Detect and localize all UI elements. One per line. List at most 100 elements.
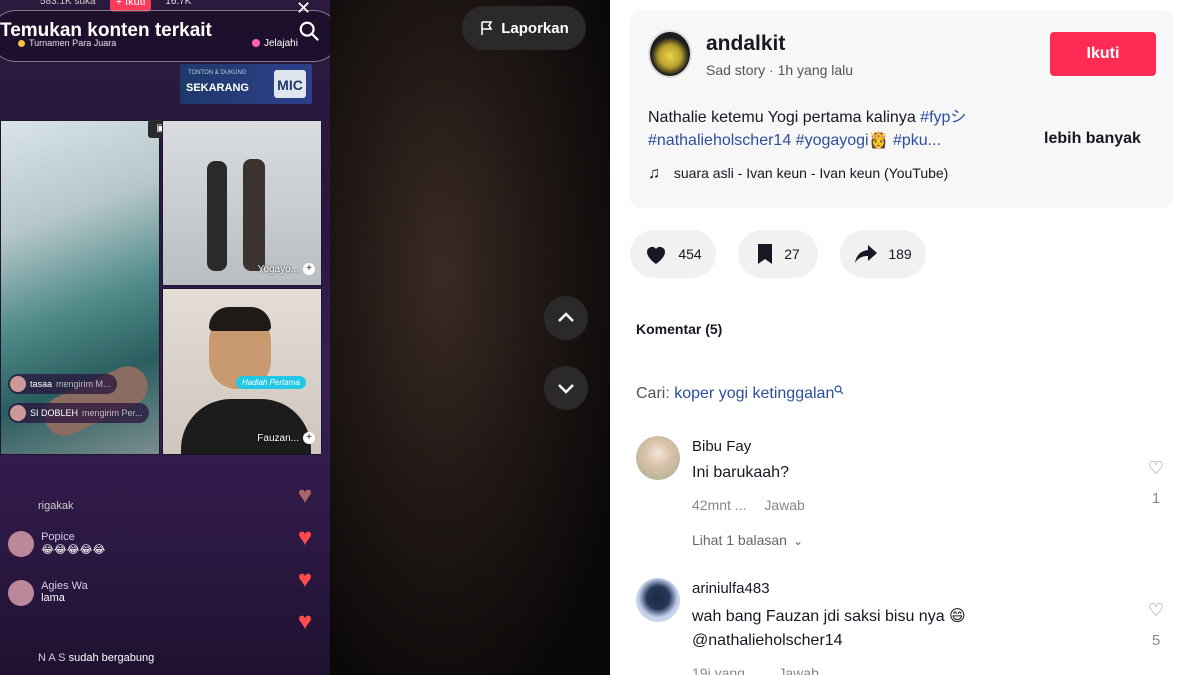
chat-text: rigakak: [38, 500, 74, 512]
chevron-up-icon: [558, 312, 574, 322]
live-chat-message: Agies Wa lama: [8, 580, 88, 606]
search-icon: [834, 385, 844, 395]
comment-text: Ini barukaah?: [692, 464, 789, 481]
related-search[interactable]: Cari: koper yogi ketinggalan: [636, 385, 844, 403]
comment-username[interactable]: ariniulfa483: [692, 580, 770, 597]
avatar[interactable]: [636, 436, 680, 480]
banner-small-text: TONTON & DUKUNG: [188, 70, 247, 76]
heart-icon: ♥: [297, 566, 313, 593]
report-button[interactable]: Laporkan: [462, 6, 586, 50]
gift-sender: tasaa: [30, 379, 53, 389]
tile-figure: [243, 159, 265, 271]
app-root: 583.1K suka + Ikuti 16.7K Temukan konten…: [0, 0, 1200, 675]
bookmark-icon: [758, 244, 773, 264]
show-more-link[interactable]: lebih banyak: [1044, 130, 1141, 148]
share-icon: [855, 245, 878, 263]
comment-text: wah bang Fauzan jdi saksi bisu nya 😄: [692, 608, 966, 625]
promo-banner: TONTON & DUKUNG SEKARANG MIC: [180, 64, 312, 104]
previous-video-button[interactable]: [544, 296, 588, 340]
comment-meta: 42mnt ... Jawab: [692, 497, 805, 513]
like-count: 454: [678, 246, 702, 262]
comment-item: Bibu Fay Ini barukaah? 42mnt ... Jawab L…: [636, 436, 1176, 556]
chevron-down-icon: [558, 384, 574, 394]
plus-icon: +: [303, 432, 315, 444]
post-caption: Nathalie ketemu Yogi pertama kalinya #fy…: [648, 103, 966, 127]
share-button[interactable]: 189: [840, 230, 926, 278]
avatar: [8, 580, 34, 606]
reply-button[interactable]: Jawab: [778, 665, 818, 675]
live-chat-message: rigakak: [8, 500, 73, 512]
tile-figure: [181, 399, 311, 454]
comment-like-count: 5: [1151, 632, 1161, 649]
banner-big-text: SEKARANG: [186, 82, 249, 94]
like-button[interactable]: 454: [630, 230, 716, 278]
chat-text: sudah bergabung: [68, 652, 155, 664]
post-meta: Sad story · 1h yang lalu: [706, 62, 854, 78]
comment-username[interactable]: Bibu Fay: [692, 438, 751, 455]
heart-icon: [647, 247, 666, 264]
gift-notification: tasaa mengirim M...: [8, 374, 117, 394]
chat-text: 😂😂😂😂😂: [41, 544, 106, 556]
gift-sender: SI DOBLEH: [30, 408, 79, 418]
follow-button[interactable]: Ikuti: [1050, 32, 1156, 76]
stream-tile-guest-1: Yogayo... +: [162, 120, 322, 286]
comments-heading: Komentar (5): [636, 321, 723, 337]
gift-text: mengirim M...: [56, 379, 111, 389]
comment-mention[interactable]: @nathalieholscher14: [692, 632, 843, 650]
plus-icon: +: [303, 263, 315, 275]
live-stream-video: 583.1K suka + Ikuti 16.7K Temukan konten…: [0, 0, 330, 675]
live-chat-message: Popice 😂😂😂😂😂: [8, 531, 105, 557]
live-chat-message: N A S sudah bergabung: [8, 652, 154, 664]
share-count: 189: [888, 246, 912, 262]
comment-meta: 19j yang ... Jawab: [692, 665, 819, 675]
comment-time: 19j yang ...: [692, 665, 761, 675]
comment-like-icon[interactable]: ♡: [1144, 600, 1168, 621]
chat-username: Agies Wa: [41, 580, 88, 592]
post-info-card: andalkit Sad story · 1h yang lalu Ikuti …: [630, 10, 1173, 208]
avatar: [10, 376, 26, 392]
bookmark-count: 27: [784, 246, 800, 262]
details-panel: andalkit Sad story · 1h yang lalu Ikuti …: [610, 0, 1200, 675]
related-search-label: Cari:: [636, 385, 675, 402]
caption-hashtags[interactable]: #nathalieholscher14 #yogayogi👸 #pku...: [648, 130, 941, 150]
flag-icon: [481, 21, 493, 35]
music-note-icon: ♫: [648, 165, 660, 182]
avatar[interactable]: [636, 578, 680, 622]
first-gift-badge: Hadiah Pertama: [236, 376, 306, 389]
hashtag-link[interactable]: #fypシ: [920, 109, 966, 126]
banner-mic-logo: MIC: [274, 70, 306, 98]
view-replies-button[interactable]: Lihat 1 balasan ⌄: [692, 532, 803, 548]
tile-figure: [209, 307, 271, 331]
author-username[interactable]: andalkit: [706, 32, 785, 56]
floating-hearts: ♥ ♥ ♥ ♥: [292, 484, 320, 652]
report-label: Laporkan: [501, 19, 569, 37]
comment-item: ariniulfa483 wah bang Fauzan jdi saksi b…: [636, 578, 1176, 675]
reply-button[interactable]: Jawab: [764, 497, 804, 513]
caption-text: Nathalie ketemu Yogi pertama kalinya: [648, 109, 921, 126]
avatar: [10, 405, 26, 421]
gift-notification: SI DOBLEH mengirim Per...: [8, 403, 149, 423]
heart-icon: ♥: [297, 482, 313, 509]
next-video-button[interactable]: [544, 366, 588, 410]
chat-username: N A S: [38, 652, 66, 664]
comment-like-count: 1: [1151, 490, 1161, 507]
avatar: [8, 531, 34, 557]
heart-icon: ♥: [297, 608, 313, 635]
explore-link: Jelajahi: [252, 38, 298, 49]
gift-text: mengirim Per...: [82, 408, 143, 418]
music-title: suara asli - Ivan keun - Ivan keun (YouT…: [673, 165, 949, 181]
close-icon: ✕: [296, 0, 312, 18]
comment-like-icon[interactable]: ♡: [1144, 458, 1168, 479]
bookmark-button[interactable]: 27: [738, 230, 818, 278]
chat-text: lama: [41, 592, 65, 604]
chat-username: Popice: [41, 531, 75, 543]
related-search-query[interactable]: koper yogi ketinggalan: [674, 385, 834, 402]
music-info[interactable]: ♫ suara asli - Ivan keun - Ivan keun (Yo…: [648, 165, 948, 183]
video-player[interactable]: 583.1K suka + Ikuti 16.7K Temukan konten…: [0, 0, 610, 675]
author-avatar[interactable]: [648, 30, 692, 78]
related-content-subtitle: Turnamen Para Juara: [18, 38, 116, 48]
tile-figure: [207, 161, 227, 271]
view-replies-label: Lihat 1 balasan: [692, 532, 787, 548]
chevron-down-icon: ⌄: [792, 534, 804, 548]
comment-time: 42mnt ...: [692, 497, 747, 513]
